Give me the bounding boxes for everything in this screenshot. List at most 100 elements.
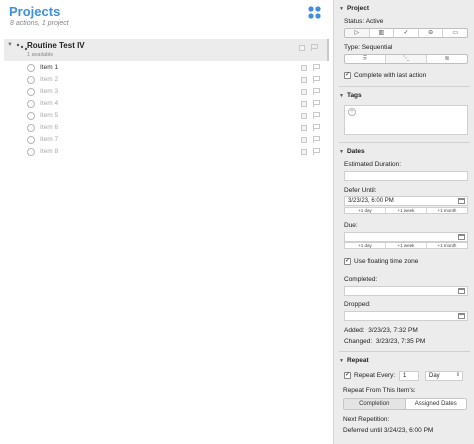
repeat-from-label: Repeat From This Item's: bbox=[343, 387, 416, 394]
item-label: Item 2 bbox=[40, 76, 59, 83]
divider bbox=[339, 351, 470, 352]
list-item[interactable]: Item 6 bbox=[4, 122, 329, 134]
repeat-from-segmented-control[interactable]: Completion Assigned Dates bbox=[343, 398, 467, 410]
folder-status-icon[interactable]: ▭ bbox=[443, 29, 467, 37]
list-item[interactable]: Item 5 bbox=[4, 110, 329, 122]
flag-icon[interactable] bbox=[313, 64, 320, 71]
calendar-icon[interactable] bbox=[458, 288, 465, 294]
status-circle[interactable] bbox=[27, 100, 35, 108]
dropped-status-icon[interactable]: ⊖ bbox=[419, 29, 444, 37]
status-circle[interactable] bbox=[27, 64, 35, 72]
select-arrows-icon: ⇕ bbox=[455, 372, 460, 378]
flag-icon[interactable] bbox=[311, 44, 318, 51]
item-label: Item 4 bbox=[40, 100, 59, 107]
defer-quick-buttons: +1 day +1 week +1 month bbox=[344, 207, 468, 214]
due-plus-week-button[interactable]: +1 week bbox=[386, 243, 427, 248]
item-label: Item 6 bbox=[40, 124, 59, 131]
calendar-icon[interactable] bbox=[458, 198, 465, 204]
repeat-section-header[interactable]: ▼ Repeat bbox=[339, 357, 369, 364]
project-row[interactable]: ▼ Routine Test IV 1 available bbox=[4, 39, 329, 61]
dates-section-header[interactable]: ▼ Dates bbox=[339, 148, 365, 155]
repeat-interval-field[interactable]: 1 bbox=[399, 371, 419, 381]
defer-until-value: 3/23/23, 6:00 PM bbox=[348, 198, 394, 204]
note-icon[interactable] bbox=[301, 113, 307, 119]
single-actions-type-icon[interactable]: ≋ bbox=[427, 55, 467, 63]
note-icon[interactable] bbox=[301, 65, 307, 71]
sequential-type-icon[interactable]: ⋱ bbox=[386, 55, 427, 63]
note-icon[interactable] bbox=[301, 101, 307, 107]
divider bbox=[339, 86, 470, 87]
list-item[interactable]: Item 3 bbox=[4, 86, 329, 98]
list-item[interactable]: Item 2 bbox=[4, 74, 329, 86]
flag-icon[interactable] bbox=[313, 136, 320, 143]
due-field[interactable] bbox=[344, 232, 468, 242]
flag-icon[interactable] bbox=[313, 148, 320, 155]
flag-icon[interactable] bbox=[313, 112, 320, 119]
list-item[interactable]: Item 4 bbox=[4, 98, 329, 110]
estimated-duration-field[interactable] bbox=[344, 171, 468, 181]
note-icon[interactable] bbox=[301, 149, 307, 155]
project-section-header[interactable]: ▼ Project bbox=[339, 5, 369, 12]
flag-icon[interactable] bbox=[313, 76, 320, 83]
tags-field[interactable]: + bbox=[344, 105, 468, 135]
due-plus-month-button[interactable]: +1 month bbox=[427, 243, 467, 248]
status-circle[interactable] bbox=[27, 148, 35, 156]
defer-until-field[interactable]: 3/23/23, 6:00 PM bbox=[344, 196, 468, 206]
repeat-every-checkbox[interactable]: ✓ bbox=[344, 372, 351, 379]
estimated-duration-label: Estimated Duration: bbox=[344, 161, 402, 168]
calendar-icon[interactable] bbox=[458, 234, 465, 240]
status-circle[interactable] bbox=[27, 112, 35, 120]
row-icons bbox=[299, 44, 321, 52]
completion-option[interactable]: Completion bbox=[344, 399, 406, 409]
due-quick-buttons: +1 day +1 week +1 month bbox=[344, 242, 468, 249]
disclosure-triangle-icon[interactable]: ▼ bbox=[339, 149, 344, 155]
parallel-type-icon[interactable]: ⠿ bbox=[345, 55, 386, 63]
defer-plus-week-button[interactable]: +1 week bbox=[386, 208, 427, 213]
flag-icon[interactable] bbox=[313, 88, 320, 95]
flag-icon[interactable] bbox=[313, 124, 320, 131]
status-segmented-control[interactable]: ▷ ▥ ✓ ⊖ ▭ bbox=[344, 28, 468, 38]
disclosure-triangle-icon[interactable]: ▼ bbox=[339, 6, 344, 12]
note-icon[interactable] bbox=[301, 137, 307, 143]
disclosure-triangle-icon[interactable]: ▼ bbox=[339, 358, 344, 364]
add-tag-icon[interactable]: + bbox=[348, 108, 356, 116]
active-status-icon[interactable]: ▷ bbox=[345, 29, 370, 37]
list-item[interactable]: Item 7 bbox=[4, 134, 329, 146]
defer-until-label: Defer Until: bbox=[344, 187, 377, 194]
calendar-icon[interactable] bbox=[458, 313, 465, 319]
floating-timezone-checkbox[interactable]: ✓ bbox=[344, 258, 351, 265]
disclosure-triangle-icon[interactable]: ▼ bbox=[7, 42, 13, 48]
defer-plus-day-button[interactable]: +1 day bbox=[345, 208, 386, 213]
divider bbox=[339, 142, 470, 143]
dropped-field[interactable] bbox=[344, 311, 468, 321]
list-item[interactable]: Item 1 bbox=[4, 62, 329, 74]
next-repetition-value: Deferred until 3/24/23, 6:00 PM bbox=[343, 427, 434, 434]
due-plus-day-button[interactable]: +1 day bbox=[345, 243, 386, 248]
type-label: Type: Sequential bbox=[344, 44, 393, 51]
on-hold-status-icon[interactable]: ▥ bbox=[370, 29, 395, 37]
item-label: Item 1 bbox=[40, 64, 59, 71]
status-circle[interactable] bbox=[27, 88, 35, 96]
repeat-unit-select[interactable]: Day ⇕ bbox=[425, 371, 463, 381]
note-icon[interactable] bbox=[301, 125, 307, 131]
project-title[interactable]: Routine Test IV bbox=[27, 41, 85, 50]
project-type-segmented-control[interactable]: ⠿ ⋱ ≋ bbox=[344, 54, 468, 64]
note-icon[interactable] bbox=[299, 45, 305, 51]
status-circle[interactable] bbox=[27, 76, 35, 84]
status-circle[interactable] bbox=[27, 124, 35, 132]
tags-section-header[interactable]: ▼ Tags bbox=[339, 92, 362, 99]
note-icon[interactable] bbox=[301, 89, 307, 95]
view-options-icon[interactable] bbox=[307, 5, 323, 21]
disclosure-triangle-icon[interactable]: ▼ bbox=[339, 93, 344, 99]
flag-icon[interactable] bbox=[313, 100, 320, 107]
assigned-dates-option[interactable]: Assigned Dates bbox=[406, 399, 467, 409]
next-repetition-label: Next Repetition: bbox=[343, 416, 390, 423]
list-item[interactable]: Item 8 bbox=[4, 146, 329, 158]
defer-plus-month-button[interactable]: +1 month bbox=[427, 208, 467, 213]
completed-field[interactable] bbox=[344, 286, 468, 296]
note-icon[interactable] bbox=[301, 77, 307, 83]
complete-with-last-checkbox[interactable]: ✓ bbox=[344, 72, 351, 79]
status-circle[interactable] bbox=[27, 136, 35, 144]
completed-label: Completed: bbox=[344, 276, 378, 283]
completed-status-icon[interactable]: ✓ bbox=[394, 29, 419, 37]
